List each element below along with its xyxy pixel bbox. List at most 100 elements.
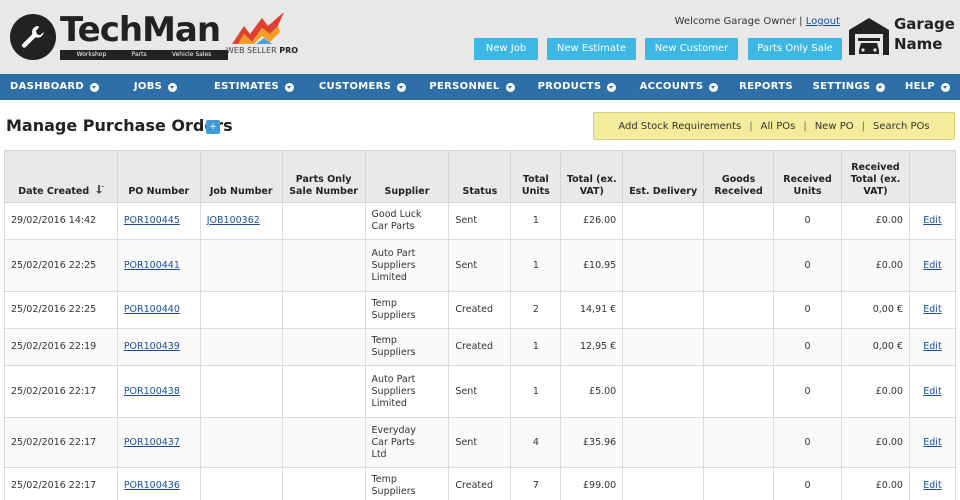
po-number-link[interactable]: POR100440 xyxy=(124,304,180,315)
parts-only-sale-number-cell xyxy=(281,202,366,240)
supplier-cell: Everyday Car Parts Ltd xyxy=(364,417,450,468)
supplier-name-line: Suppliers xyxy=(371,385,416,397)
table-row: 25/02/2016 22:17 POR100436 Temp Suppliers Cr… xyxy=(4,467,957,500)
po-number-link[interactable]: POR100438 xyxy=(124,386,180,397)
date-created-cell: 29/02/2016 14:42 xyxy=(4,202,118,240)
app-header: TechMan Workshop Parts Vehicle Sales WEB… xyxy=(0,0,960,74)
edit-cell: Edit xyxy=(908,467,957,500)
received-units-cell: 0 xyxy=(773,365,842,418)
po-number-cell: POR100439 xyxy=(116,328,201,366)
nav-item-estimates[interactable]: ESTIMATES xyxy=(202,74,306,100)
date-created-cell: 25/02/2016 22:17 xyxy=(4,365,118,418)
supplier-name-line: Limited xyxy=(371,397,407,409)
welcome-message: Welcome Garage Owner | Logout xyxy=(675,16,840,27)
edit-link[interactable]: Edit xyxy=(923,386,941,397)
date-created-cell: 25/02/2016 22:17 xyxy=(4,467,118,500)
nav-item-reports[interactable]: REPORTS xyxy=(729,74,803,100)
po-number-link[interactable]: POR100439 xyxy=(124,341,180,352)
table-row: 25/02/2016 22:25 POR100440 Temp Suppliers Cr… xyxy=(4,291,957,329)
received-total-cell: 0,00 € xyxy=(841,291,910,329)
logo-tagline-item: Workshop xyxy=(76,51,107,58)
edit-cell: Edit xyxy=(908,365,957,418)
parts-only-sale-number-cell xyxy=(281,291,366,329)
nav-item-label: CUSTOMERS xyxy=(318,81,392,92)
supplier-name-line: Temp xyxy=(371,335,397,346)
nav-item-products[interactable]: PRODUCTS xyxy=(525,74,629,100)
total-units-cell: 2 xyxy=(510,291,562,329)
po-number-cell: POR100441 xyxy=(116,239,201,292)
techman-logo[interactable]: TechMan Workshop Parts Vehicle Sales WEB… xyxy=(8,10,298,66)
po-number-link[interactable]: POR100441 xyxy=(124,260,180,271)
job-number-cell xyxy=(199,239,283,292)
column-header-date-created[interactable]: Date Created xyxy=(4,150,118,203)
edit-cell: Edit xyxy=(908,239,957,292)
new-po-link[interactable]: New PO xyxy=(815,121,854,132)
nav-item-jobs[interactable]: JOBS xyxy=(109,74,202,100)
nav-item-help[interactable]: HELP xyxy=(895,74,960,100)
nav-item-customers[interactable]: CUSTOMERS xyxy=(306,74,419,100)
job-number-cell xyxy=(199,365,283,418)
supplier-cell: Good Luck Car Parts xyxy=(364,202,450,240)
status-cell: Sent xyxy=(448,365,512,418)
nav-item-settings[interactable]: SETTINGS xyxy=(803,74,895,100)
total-units-cell: 4 xyxy=(510,417,562,468)
total-units-cell: 1 xyxy=(510,239,562,292)
po-number-cell: POR100436 xyxy=(116,467,201,500)
supplier-name-line: Temp xyxy=(371,474,397,485)
total-ex-vat-cell: 12,95 € xyxy=(560,328,624,366)
divider: | xyxy=(803,120,807,132)
chevron-down-icon xyxy=(709,82,719,92)
plus-icon[interactable]: + xyxy=(206,120,220,134)
nav-item-label: PRODUCTS xyxy=(537,81,602,92)
edit-link[interactable]: Edit xyxy=(923,480,941,491)
garage-branding: Garage Name xyxy=(848,14,956,60)
garage-name: Garage Name xyxy=(894,14,955,54)
po-number-link[interactable]: POR100445 xyxy=(124,215,180,226)
supplier-name-line: Auto Part xyxy=(371,247,416,259)
nav-item-label: PERSONNEL xyxy=(429,81,500,92)
new-job-button[interactable]: New Job xyxy=(474,38,538,60)
supplier-name-line: Car Parts xyxy=(371,221,415,232)
est-delivery-cell xyxy=(622,202,705,240)
nav-item-accounts[interactable]: ACCOUNTS xyxy=(629,74,729,100)
edit-link[interactable]: Edit xyxy=(923,304,941,315)
logout-link[interactable]: Logout xyxy=(806,16,840,27)
total-units-cell: 1 xyxy=(510,202,562,240)
date-created-cell: 25/02/2016 22:25 xyxy=(4,291,118,329)
job-number-cell xyxy=(199,417,283,468)
nav-item-dashboard[interactable]: DASHBOARD xyxy=(0,74,109,100)
po-number-link[interactable]: POR100437 xyxy=(124,437,180,448)
edit-link[interactable]: Edit xyxy=(923,215,941,226)
parts-only-sale-button[interactable]: Parts Only Sale xyxy=(748,38,842,60)
add-stock-requirements-link[interactable]: Add Stock Requirements xyxy=(618,121,741,132)
status-cell: Created xyxy=(448,328,512,366)
job-number-link[interactable]: JOB100362 xyxy=(207,215,260,226)
table-row: 25/02/2016 22:25 POR100441 Auto Part Suppli… xyxy=(4,239,957,292)
search-pos-link[interactable]: Search POs xyxy=(873,121,930,132)
nav-item-label: JOBS xyxy=(133,81,163,92)
edit-link[interactable]: Edit xyxy=(923,260,941,271)
est-delivery-cell xyxy=(622,239,705,292)
total-ex-vat-cell: £5.00 xyxy=(560,365,624,418)
edit-link[interactable]: Edit xyxy=(923,341,941,352)
logo-product-edition: PRO xyxy=(279,46,299,55)
parts-only-sale-number-cell xyxy=(281,365,366,418)
welcome-text: Welcome Garage Owner | xyxy=(674,16,803,27)
new-customer-button[interactable]: New Customer xyxy=(645,38,738,60)
total-units-cell: 1 xyxy=(510,328,562,366)
nav-item-personnel[interactable]: PERSONNEL xyxy=(419,74,525,100)
column-header-job-number: Job Number xyxy=(199,150,283,203)
sort-desc-icon[interactable] xyxy=(95,185,104,194)
table-row: 25/02/2016 22:17 POR100438 Auto Part Suppli… xyxy=(4,365,957,418)
received-total-cell: £0.00 xyxy=(841,365,910,418)
column-header-po-number: PO Number xyxy=(116,150,201,203)
new-estimate-button[interactable]: New Estimate xyxy=(547,38,636,60)
po-number-link[interactable]: POR100436 xyxy=(124,480,180,491)
all-pos-link[interactable]: All POs xyxy=(761,121,796,132)
parts-only-sale-number-cell xyxy=(281,467,366,500)
supplier-name-line: Limited xyxy=(371,271,407,283)
edit-link[interactable]: Edit xyxy=(923,437,941,448)
supplier-name-line: Car Parts xyxy=(371,436,415,448)
chevron-down-icon xyxy=(285,82,295,92)
column-header-parts-only-sale-number: Parts Only Sale Number xyxy=(281,150,366,203)
